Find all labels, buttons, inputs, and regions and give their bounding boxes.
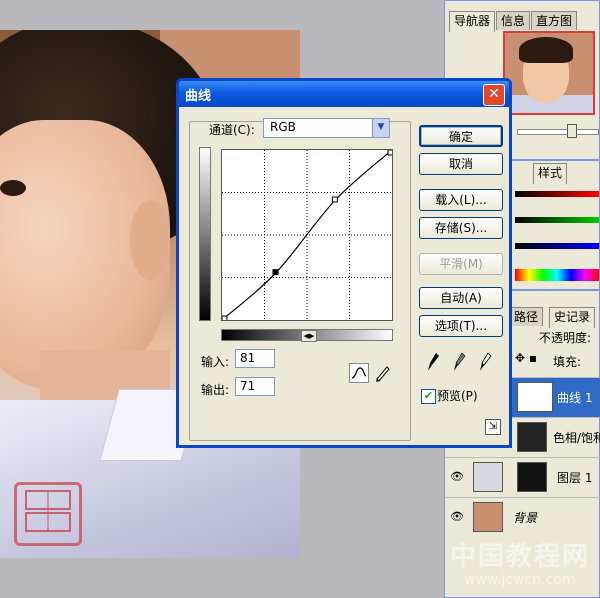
gradient-toggle-button[interactable]: ◀▶ (301, 330, 317, 342)
curve-graph[interactable] (221, 149, 394, 322)
navigator-thumbnail[interactable] (503, 31, 595, 115)
red-slider[interactable] (515, 191, 599, 197)
output-field[interactable]: 71 (235, 377, 275, 396)
preview-label: 预览(P) (437, 389, 478, 403)
photo-eye (0, 180, 26, 196)
white-eyedropper-icon[interactable] (479, 351, 493, 373)
cancel-button[interactable]: 取消 (419, 153, 503, 175)
eye-icon[interactable]: 👁 (449, 470, 465, 484)
layer-name: 图层 1 (557, 471, 593, 485)
photo-ear (130, 200, 170, 280)
layer-row-background[interactable]: 👁 背景 (445, 497, 600, 537)
tab-paths[interactable]: 路径 (509, 307, 544, 326)
curve-tool-icon[interactable] (349, 363, 369, 383)
eye-icon[interactable]: 👁 (449, 510, 465, 524)
gray-eyedropper-icon[interactable] (453, 351, 467, 373)
smooth-button[interactable]: 平滑(M) (419, 253, 503, 275)
close-button[interactable]: ✕ (483, 84, 505, 106)
output-gradient-bar (199, 147, 211, 321)
dialog-titlebar[interactable]: 曲线 ✕ (179, 81, 509, 107)
layer-mask-thumb (517, 382, 553, 412)
watermark-url: www.jcwcn.com (464, 572, 576, 588)
fill-label: 填充: (553, 355, 582, 369)
tab-styles[interactable]: 样式 (533, 163, 568, 184)
layer-thumb (473, 462, 503, 492)
preview-checkbox[interactable]: ✔ (421, 389, 436, 404)
layer-name: 曲线 1 (557, 391, 593, 405)
input-field[interactable]: 81 (235, 349, 275, 368)
opacity-label: 不透明度: (539, 331, 592, 345)
load-button[interactable]: 载入(L)... (419, 189, 503, 211)
thumb-hair (519, 37, 573, 63)
black-eyedropper-icon[interactable] (427, 351, 441, 373)
curves-dialog: 曲线 ✕ 通道(C): RGB ▼ ◀▶ 输入: 81 输出: 71 确定 取消… (176, 78, 512, 448)
blue-slider[interactable] (515, 243, 599, 249)
curve-point-2[interactable] (331, 196, 338, 203)
layer-mask-thumb (517, 462, 547, 492)
tab-navigator[interactable]: 导航器 (449, 11, 496, 32)
tab-histogram[interactable]: 直方图 (531, 11, 578, 30)
color-panel: 样式 (502, 160, 600, 290)
output-label: 输出: (201, 383, 230, 397)
curve-point-3[interactable] (387, 149, 394, 156)
layer-thumb (473, 502, 503, 532)
layer-row-layer1[interactable]: 👁 图层 1 (445, 457, 600, 497)
curve-svg[interactable] (221, 149, 394, 322)
green-slider[interactable] (515, 217, 599, 223)
curve-point-0[interactable] (221, 315, 228, 322)
layer-mask-thumb (517, 422, 547, 452)
input-label: 输入: (201, 355, 230, 369)
curve-point-1[interactable] (272, 269, 279, 276)
pencil-tool-icon[interactable] (373, 363, 393, 383)
layer-name: 色相/饱和 (553, 431, 600, 445)
zoom-slider-knob[interactable] (567, 124, 577, 138)
auto-button[interactable]: 自动(A) (419, 287, 503, 309)
layer-name: 背景 (513, 511, 538, 525)
tab-history[interactable]: 史记录 (549, 307, 596, 328)
seal-stamp (14, 482, 82, 546)
save-button[interactable]: 存储(S)... (419, 217, 503, 239)
ok-button[interactable]: 确定 (419, 125, 503, 147)
dialog-title: 曲线 (185, 89, 212, 104)
watermark-text: 中国教程网 (450, 542, 591, 572)
lock-icons[interactable]: ✥ ▪ (515, 351, 537, 365)
channel-select[interactable]: RGB ▼ (263, 118, 390, 138)
expand-dialog-icon[interactable]: ⇲ (485, 419, 501, 435)
navigator-tabs: 导航器 信息 直方图 (449, 11, 578, 32)
options-button[interactable]: 选项(T)... (419, 315, 503, 337)
channel-value: RGB (270, 120, 296, 134)
tab-info[interactable]: 信息 (496, 11, 531, 30)
color-spectrum[interactable] (515, 269, 599, 281)
chevron-down-icon[interactable]: ▼ (372, 119, 389, 137)
zoom-slider-track[interactable] (517, 129, 599, 135)
channel-label: 通道(C): (209, 123, 255, 137)
